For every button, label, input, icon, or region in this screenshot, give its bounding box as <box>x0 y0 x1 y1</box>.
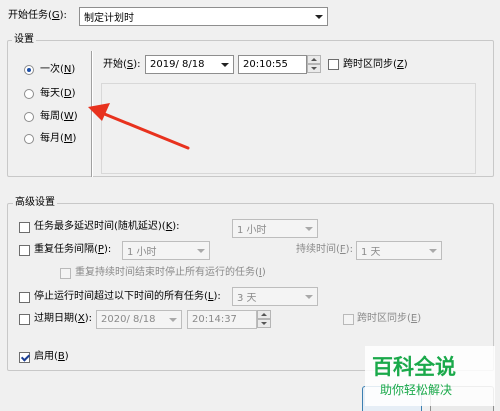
watermark-slogan: 助你轻松解决 <box>380 383 453 397</box>
watermark-logo: 百科全说 <box>372 355 456 379</box>
